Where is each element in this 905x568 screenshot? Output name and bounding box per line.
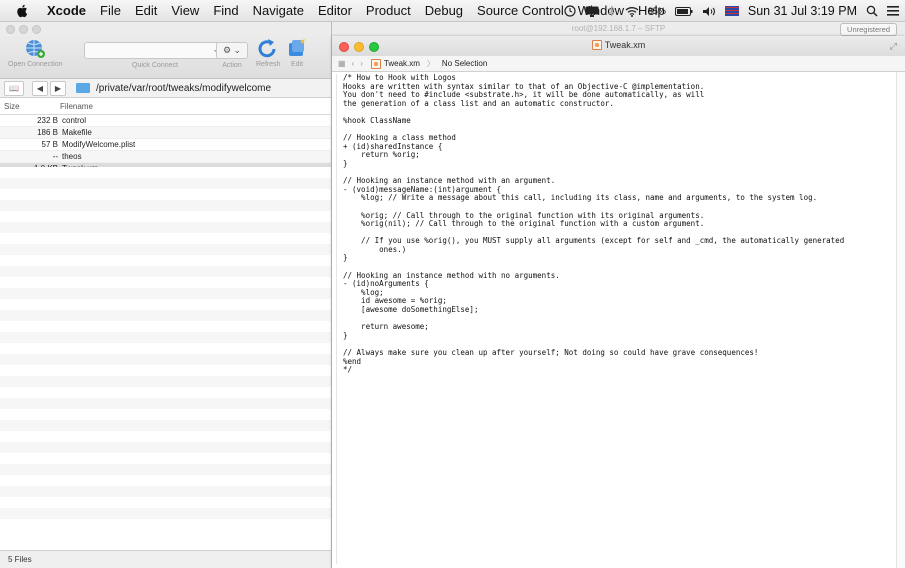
menu-edit[interactable]: Edit — [128, 3, 164, 18]
column-size[interactable]: Size — [0, 102, 60, 111]
refresh-icon — [258, 39, 276, 58]
battery-percent: 85% — [647, 6, 666, 16]
globe-connection-icon — [26, 40, 46, 58]
zoom-button[interactable] — [32, 25, 41, 34]
menu-source-control[interactable]: Source Control — [470, 3, 571, 18]
sftp-browser-window: Open Connection ⌄ Quick Connect ⚙ ⌄ Acti… — [0, 22, 332, 568]
file-name: ModifyWelcome.plist — [62, 140, 136, 149]
sftp-toolbar: Open Connection ⌄ Quick Connect ⚙ ⌄ Acti… — [0, 36, 331, 79]
sftp-title-text: root@192.168.1.7 – SFTP — [571, 24, 666, 33]
refresh-label: Refresh — [256, 61, 281, 68]
menu-product[interactable]: Product — [359, 3, 418, 18]
file-list-empty-area[interactable] — [0, 167, 331, 527]
breadcrumb-file[interactable]: Tweak.xm — [384, 59, 420, 68]
file-row[interactable]: -- theos — [0, 151, 331, 163]
menu-view[interactable]: View — [164, 3, 206, 18]
action-button[interactable]: ⚙ ⌄ Action — [216, 38, 248, 69]
path-bar: 📖 ◀ ▶ /private/var/root/tweaks/modifywel… — [0, 79, 331, 98]
open-connection-button[interactable]: Open Connection — [8, 38, 62, 68]
source-file-icon — [591, 40, 602, 50]
menu-bar: Xcode File Edit View Find Navigate Edito… — [0, 0, 905, 22]
status-footer: 5 Files — [0, 550, 331, 568]
edit-label: Edit — [290, 61, 304, 68]
edit-icon — [289, 39, 305, 56]
vertical-scrollbar[interactable] — [896, 72, 905, 568]
jump-bar: ▦ ‹ › Tweak.xm 〉 No Selection — [332, 56, 905, 72]
editor-title: Tweak.xm — [332, 40, 905, 50]
file-row[interactable]: 232 B control — [0, 115, 331, 127]
fullscreen-icon[interactable]: ⤢ — [890, 41, 897, 52]
forward-arrow-icon[interactable]: ▶ — [50, 80, 66, 96]
time-machine-icon[interactable] — [564, 5, 576, 17]
quick-connect-field[interactable]: ⌄ — [84, 42, 226, 59]
file-count: 5 Files — [8, 555, 32, 564]
file-size: 57 B — [41, 140, 58, 149]
file-size: 232 B — [37, 116, 58, 125]
file-list-header: Size Filename — [0, 98, 331, 115]
source-file-icon — [370, 58, 381, 69]
breadcrumb[interactable]: Tweak.xm 〉 No Selection — [370, 58, 487, 69]
menu-find[interactable]: Find — [206, 3, 245, 18]
minimize-button[interactable] — [19, 25, 28, 34]
related-items-icon[interactable]: ▦ — [338, 59, 346, 68]
editor-title-text: Tweak.xm — [604, 40, 646, 50]
breadcrumb-selection[interactable]: No Selection — [442, 59, 487, 68]
action-label: Action — [222, 62, 242, 69]
back-arrow-icon[interactable]: ‹ — [352, 59, 355, 68]
back-arrow-icon[interactable]: ◀ — [32, 80, 48, 96]
spotlight-search-icon[interactable] — [866, 5, 878, 17]
display-icon[interactable] — [585, 6, 599, 17]
file-name: Makefile — [62, 128, 92, 137]
apple-menu-icon[interactable] — [14, 4, 30, 18]
code-editor[interactable]: /* How to Hook with Logos Hooks are writ… — [336, 74, 891, 564]
file-size: 186 B — [37, 128, 58, 137]
forward-arrow-icon[interactable]: › — [360, 59, 363, 68]
edit-button[interactable]: Edit — [286, 38, 308, 68]
editor-window: Tweak.xm ⤢ ▦ ‹ › Tweak.xm 〉 No Selection… — [332, 36, 905, 568]
unregistered-button[interactable]: Unregistered — [840, 23, 897, 36]
close-button[interactable] — [6, 25, 15, 34]
menu-editor[interactable]: Editor — [311, 3, 359, 18]
open-connection-label: Open Connection — [8, 61, 63, 68]
sftp-titlebar — [0, 22, 331, 36]
file-row[interactable]: 57 B ModifyWelcome.plist — [0, 139, 331, 151]
battery-icon[interactable] — [674, 6, 693, 16]
status-area: 85% Sun 31 Jul 3:19 PM — [564, 0, 899, 22]
column-filename[interactable]: Filename — [60, 102, 93, 111]
current-path[interactable]: /private/var/root/tweaks/modifywelcome — [96, 83, 271, 94]
flag-icon[interactable] — [724, 6, 739, 16]
wifi-icon[interactable] — [625, 6, 639, 17]
file-name: theos — [62, 152, 82, 161]
clock[interactable]: Sun 31 Jul 3:19 PM — [748, 4, 857, 18]
folder-icon — [76, 83, 90, 93]
bookmarks-icon[interactable]: 📖 — [4, 80, 24, 96]
quick-connect-label: Quick Connect — [132, 62, 178, 69]
file-row[interactable]: 186 B Makefile — [0, 127, 331, 139]
menu-app-name[interactable]: Xcode — [40, 3, 93, 18]
menu-debug[interactable]: Debug — [418, 3, 470, 18]
menu-file[interactable]: File — [93, 3, 128, 18]
volume-icon[interactable] — [702, 6, 716, 17]
menu-navigate[interactable]: Navigate — [246, 3, 311, 18]
bluetooth-icon[interactable] — [608, 5, 616, 17]
refresh-button[interactable]: Refresh — [256, 38, 281, 68]
file-size: -- — [52, 152, 58, 161]
gear-icon: ⚙ ⌄ — [216, 42, 248, 59]
quick-connect-combo[interactable]: ⌄ Quick Connect — [84, 38, 226, 69]
notification-center-icon[interactable] — [887, 6, 899, 16]
sftp-window-title: root@192.168.1.7 – SFTP Unregistered — [332, 22, 905, 36]
window-controls — [6, 25, 41, 34]
file-list: 232 B control 186 B Makefile 57 B ModifyWel… — [0, 115, 331, 175]
editor-titlebar: Tweak.xm ⤢ — [332, 36, 905, 56]
breadcrumb-separator: 〉 — [426, 59, 435, 68]
file-name: control — [62, 116, 87, 125]
